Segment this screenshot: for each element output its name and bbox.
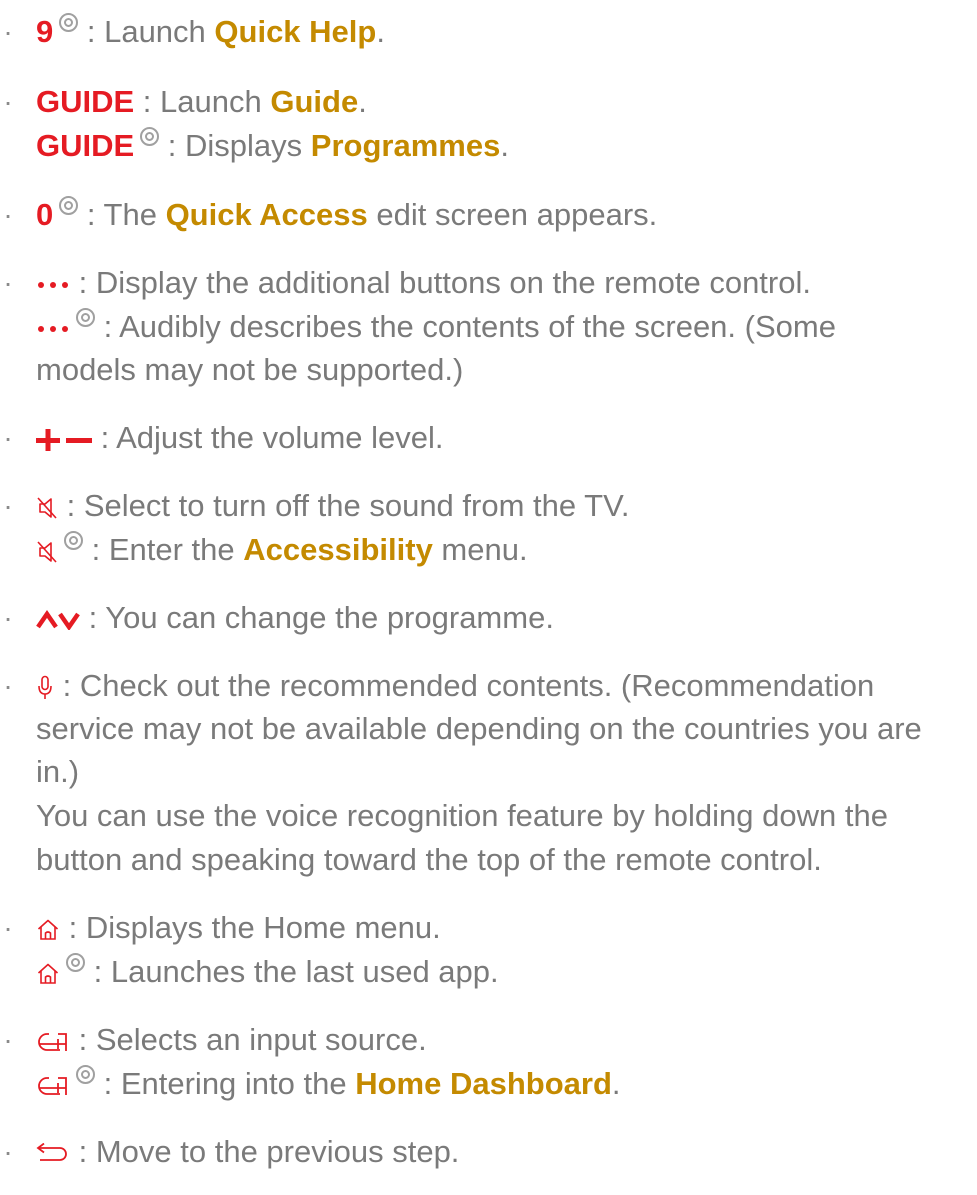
- bullet: ·: [3, 1024, 13, 1055]
- desc-text: : Check out the recommended contents. (R…: [54, 668, 875, 703]
- desc-text: .: [358, 84, 367, 119]
- desc-text: : Audibly describes the contents of the …: [95, 309, 836, 344]
- desc-text: service may not be available depending o…: [36, 711, 922, 746]
- desc-text: : Display the additional buttons on the …: [70, 265, 811, 300]
- desc-text: : The: [78, 197, 166, 232]
- desc-text: : You can change the programme.: [80, 600, 554, 635]
- home-icon: [36, 918, 60, 942]
- desc-text: : Select to turn off the sound from the …: [58, 488, 630, 523]
- desc-text: : Selects an input source.: [70, 1022, 427, 1057]
- desc-text: edit screen appears.: [367, 197, 658, 232]
- desc-text: : Displays: [159, 128, 311, 163]
- hold-circle-icon: [76, 1065, 95, 1084]
- desc-text: models may not be supported.): [36, 352, 464, 387]
- link-quick-access[interactable]: Quick Access: [166, 197, 368, 232]
- desc-text: .: [611, 1066, 621, 1101]
- desc-text: : Launches the last used app.: [85, 954, 499, 989]
- key-guide: GUIDE: [36, 84, 135, 119]
- desc-text: You can use the voice recognition featur…: [36, 798, 888, 833]
- desc-text: : Entering into the: [95, 1066, 356, 1101]
- mute-icon: [36, 540, 58, 564]
- link-programmes[interactable]: Programmes: [311, 128, 501, 163]
- desc-text: : Launch: [78, 14, 215, 49]
- desc-text: button and speaking toward the top of th…: [36, 842, 822, 877]
- volume-plus-minus-icon: [36, 428, 92, 451]
- link-quick-help[interactable]: Quick Help: [214, 14, 376, 49]
- desc-text: : Launch: [134, 84, 271, 119]
- hold-circle-icon: [66, 953, 85, 972]
- key-9: 9: [36, 14, 54, 49]
- bullet: ·: [3, 912, 13, 943]
- link-home-dashboard[interactable]: Home Dashboard: [355, 1066, 612, 1101]
- bullet: ·: [3, 86, 13, 117]
- bullet: ·: [3, 199, 13, 230]
- desc-text: : Adjust the volume level.: [92, 420, 444, 455]
- desc-text: .: [500, 128, 509, 163]
- bullet: ·: [3, 490, 13, 521]
- input-icon: [36, 1074, 70, 1098]
- desc-text: .: [376, 14, 385, 49]
- desc-text: menu.: [432, 532, 528, 567]
- desc-text: : Move to the previous step.: [70, 1134, 460, 1169]
- mute-icon: [36, 496, 58, 520]
- home-icon: [36, 962, 60, 986]
- more-dots-icon: [36, 323, 70, 335]
- hold-circle-icon: [59, 13, 79, 32]
- back-icon: [36, 1142, 70, 1165]
- hold-circle-icon: [64, 531, 83, 550]
- more-dots-icon: [36, 279, 70, 291]
- hold-circle-icon: [59, 196, 79, 215]
- bullet: ·: [3, 422, 13, 453]
- bullet: ·: [3, 1136, 13, 1167]
- remote-control-button-list: · 9 : Launch Quick Help. · GUIDE : Launc…: [0, 0, 977, 1195]
- link-accessibility[interactable]: Accessibility: [243, 532, 433, 567]
- microphone-icon: [36, 675, 54, 701]
- desc-text: in.): [36, 754, 80, 789]
- key-guide: GUIDE: [36, 128, 135, 163]
- hold-circle-icon: [140, 127, 160, 146]
- channel-up-down-icon: [36, 609, 80, 630]
- key-0: 0: [36, 197, 54, 232]
- input-icon: [36, 1030, 70, 1054]
- bullet: ·: [3, 602, 13, 633]
- hold-circle-icon: [76, 308, 95, 327]
- bullet: ·: [3, 267, 13, 298]
- desc-text: : Enter the: [83, 532, 244, 567]
- bullet: ·: [3, 16, 13, 47]
- bullet: ·: [3, 670, 13, 701]
- link-guide[interactable]: Guide: [270, 84, 358, 119]
- desc-text: : Displays the Home menu.: [60, 910, 441, 945]
